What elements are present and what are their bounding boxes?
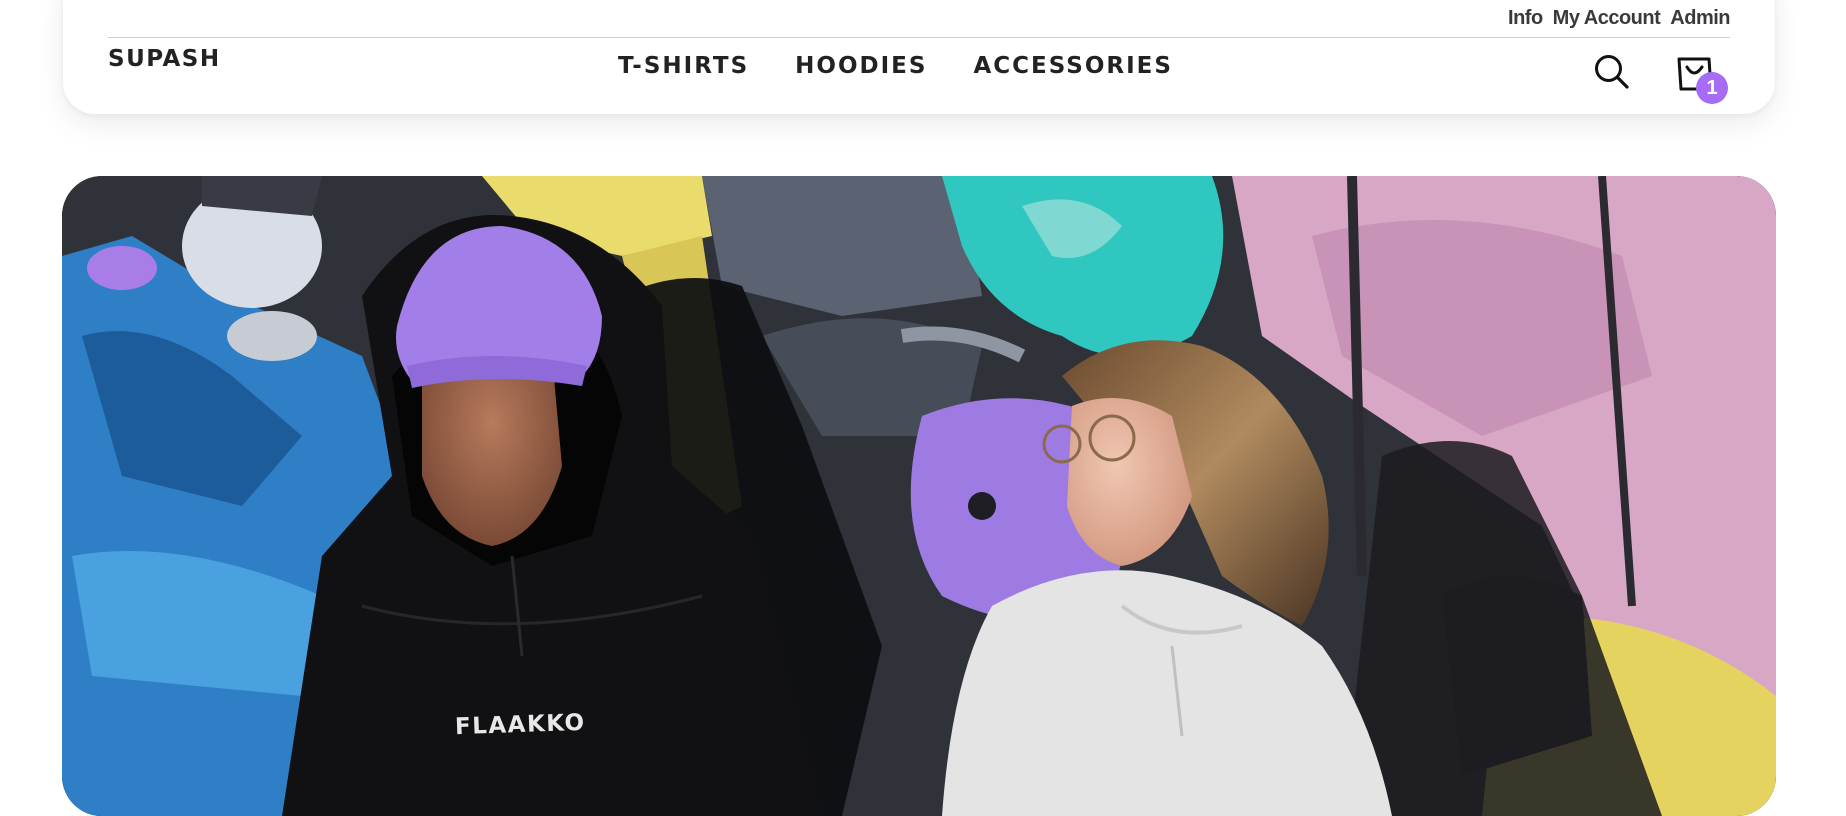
hero-image: [62, 176, 1776, 816]
info-link[interactable]: Info: [1508, 7, 1543, 30]
nav-hoodies[interactable]: HOODIES: [795, 53, 927, 79]
main-nav: T-SHIRTS HOODIES ACCESSORIES: [618, 53, 1173, 79]
site-header: Info My Account Admin SUPASH T-SHIRTS HO…: [63, 0, 1775, 114]
search-icon: [1595, 55, 1629, 89]
search-button[interactable]: [1593, 53, 1631, 91]
admin-link[interactable]: Admin: [1670, 7, 1730, 30]
hero-banner: FLAAKKO: [62, 176, 1776, 816]
nav-accessories[interactable]: ACCESSORIES: [973, 53, 1172, 79]
hoodie-print-text: FLAAKKO: [454, 709, 587, 741]
nav-tshirts[interactable]: T-SHIRTS: [618, 53, 749, 79]
my-account-link[interactable]: My Account: [1553, 7, 1661, 30]
cart-count-badge: 1: [1696, 72, 1728, 104]
header-divider: [108, 37, 1730, 38]
utility-links: Info My Account Admin: [1508, 7, 1730, 30]
site-logo[interactable]: SUPASH: [108, 46, 221, 72]
